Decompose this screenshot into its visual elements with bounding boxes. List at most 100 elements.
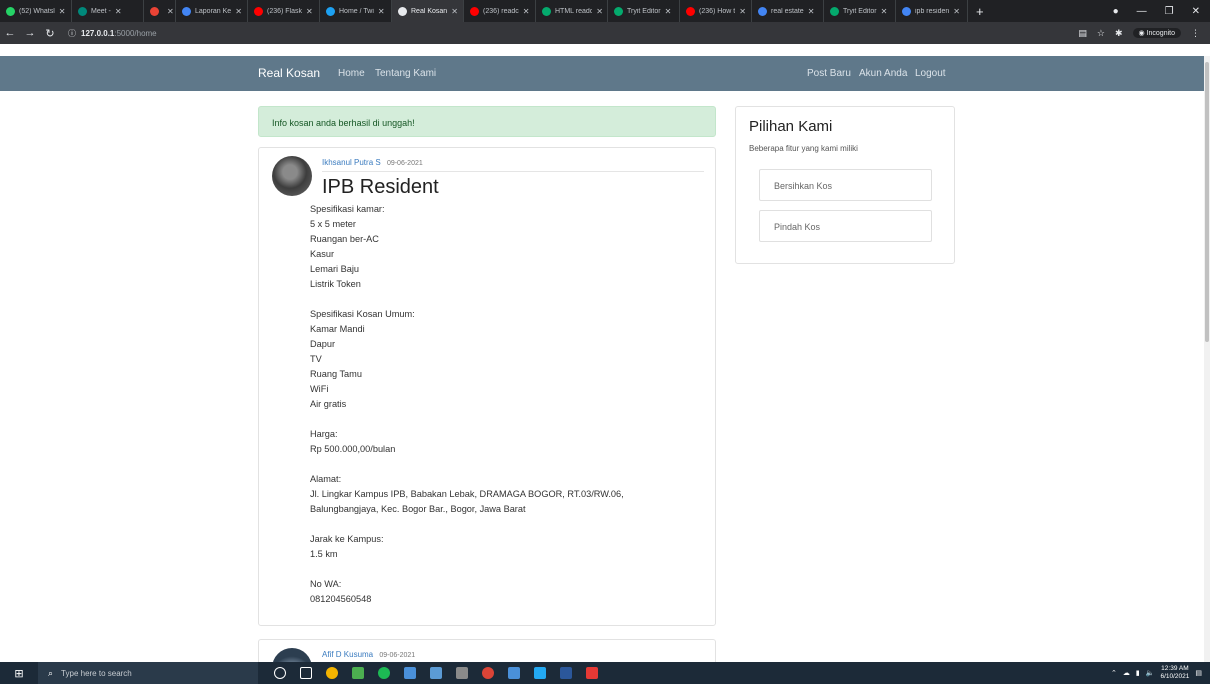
browser-tab[interactable]: real estate ✕ xyxy=(752,0,824,22)
nav-account-link[interactable]: Akun Anda xyxy=(859,68,907,79)
task-view-icon[interactable] xyxy=(300,667,312,679)
taskbar-clock[interactable]: 12:39 AM 6/10/2021 xyxy=(1160,665,1189,681)
browser-tab[interactable]: (236) Flask ✕ xyxy=(248,0,320,22)
app-icon[interactable] xyxy=(404,667,416,679)
taskbar-search-box[interactable]: ⌕ Type here to search xyxy=(38,662,258,684)
scrollbar-thumb[interactable] xyxy=(1205,62,1209,342)
extensions-icon[interactable]: ✱ xyxy=(1115,28,1123,39)
post-date: 09-06-2021 xyxy=(386,160,423,167)
tab-close-icon[interactable]: ✕ xyxy=(596,7,603,16)
menu-icon[interactable]: ⋮ xyxy=(1191,28,1200,39)
volume-icon[interactable]: 🔈 xyxy=(1146,669,1155,677)
browser-tab[interactable]: Tryit Editor ✕ xyxy=(608,0,680,22)
nav-about-link[interactable]: Tentang Kami xyxy=(375,68,436,79)
word-icon[interactable] xyxy=(560,667,572,679)
vscode-icon[interactable] xyxy=(534,667,546,679)
sidebar-title: Pilihan Kami xyxy=(749,118,833,135)
post-meta: Ikhsanul Putra S 09-06-2021 xyxy=(322,158,423,167)
tab-close-icon[interactable]: ✕ xyxy=(953,7,960,16)
app-icon[interactable] xyxy=(456,667,468,679)
tab-favicon-icon xyxy=(614,6,623,16)
profile-icon[interactable]: ● xyxy=(1113,6,1119,17)
tab-title: Tryit Editor xyxy=(627,7,661,15)
new-tab-icon[interactable]: + xyxy=(968,4,992,19)
reload-icon[interactable]: ↻ xyxy=(40,27,60,40)
restore-icon[interactable]: ❐ xyxy=(1165,6,1174,17)
acrobat-icon[interactable] xyxy=(586,667,598,679)
tab-close-icon[interactable]: ✕ xyxy=(306,7,313,16)
translate-icon[interactable]: ▤ xyxy=(1078,28,1087,39)
nav-new-post-link[interactable]: Post Baru xyxy=(807,68,851,79)
browser-tab[interactable]: (236) readc ✕ xyxy=(464,0,536,22)
post-card: Ikhsanul Putra S 09-06-2021 IPB Resident… xyxy=(258,147,716,626)
post-content-line: Ruangan ber-AC xyxy=(310,234,379,244)
chevron-up-icon[interactable]: ⌃ xyxy=(1111,669,1117,677)
tab-close-icon[interactable]: ✕ xyxy=(59,7,66,16)
page-scrollbar[interactable] xyxy=(1204,56,1210,662)
browser-tab[interactable]: Real Kosan ✕ xyxy=(392,0,464,22)
windows-start-icon[interactable]: ⊞ xyxy=(0,667,38,680)
back-icon[interactable]: ← xyxy=(0,27,20,39)
sidebar-item-bersihkan-kos[interactable]: Bersihkan Kos xyxy=(759,169,932,201)
post-author-link[interactable]: Afif D Kusuma xyxy=(322,650,373,659)
post-content-line: Kasur xyxy=(310,249,335,259)
tab-close-icon[interactable]: ✕ xyxy=(808,7,815,16)
incognito-badge[interactable]: ◉ Incognito xyxy=(1132,28,1181,38)
tab-favicon-icon xyxy=(78,6,87,16)
browser-tab[interactable]: Meet - ✕ xyxy=(72,0,144,22)
tab-title: (52) Whatsl xyxy=(19,7,55,15)
tab-close-icon[interactable]: ✕ xyxy=(665,7,672,16)
post-content-line: No WA: xyxy=(310,579,342,589)
url-field[interactable]: ⓘ 127.0.0.1 :5000/home xyxy=(68,28,157,39)
browser-tab[interactable]: Tryit Editor ✕ xyxy=(824,0,896,22)
post-content-line: 1.5 km xyxy=(310,549,338,559)
browser-tab[interactable]: HTML readc ✕ xyxy=(536,0,608,22)
tab-close-icon[interactable]: ✕ xyxy=(235,7,242,16)
post-title[interactable]: IPB Resident xyxy=(322,176,439,199)
tab-favicon-icon xyxy=(758,6,767,16)
minimize-icon[interactable]: — xyxy=(1137,6,1147,17)
browser-tab[interactable]: ipb residen ✕ xyxy=(896,0,968,22)
chrome-taskbar-icon[interactable] xyxy=(326,667,338,679)
network-icon[interactable]: ▮ xyxy=(1136,669,1140,677)
app-icon[interactable] xyxy=(430,667,442,679)
post-author-link[interactable]: Ikhsanul Putra S xyxy=(322,158,381,167)
tab-favicon-icon xyxy=(150,6,159,16)
tab-close-icon[interactable]: ✕ xyxy=(881,7,888,16)
browser-tab[interactable]: (52) Whatsl ✕ xyxy=(0,0,72,22)
tab-close-icon[interactable]: ✕ xyxy=(378,7,385,16)
tab-close-icon[interactable]: ✕ xyxy=(523,7,530,16)
info-icon[interactable]: ⓘ xyxy=(68,28,76,39)
nav-logout-link[interactable]: Logout xyxy=(915,68,946,79)
file-explorer-icon[interactable] xyxy=(352,667,364,679)
incognito-icon: ◉ xyxy=(1138,30,1145,37)
browser-tab[interactable]: Home / Twi ✕ xyxy=(320,0,392,22)
post-content: Spesifikasi kamar: 5 x 5 meter Ruangan ber… xyxy=(310,202,705,607)
tab-close-icon[interactable]: ✕ xyxy=(451,7,458,16)
sidebar-item-pindah-kos[interactable]: Pindah Kos xyxy=(759,210,932,242)
chrome-incognito-icon[interactable] xyxy=(482,667,494,679)
tab-title: Home / Twi xyxy=(339,7,374,15)
nav-home-link[interactable]: Home xyxy=(338,68,365,79)
post-content-line: Lemari Baju xyxy=(310,264,360,274)
browser-tab[interactable]: ✕ xyxy=(144,0,176,22)
app-icon[interactable] xyxy=(508,667,520,679)
post-content-line: TV xyxy=(310,354,322,364)
close-window-icon[interactable]: ✕ xyxy=(1192,6,1200,17)
browser-tab[interactable]: Laporan Ke ✕ xyxy=(176,0,248,22)
forward-icon[interactable]: → xyxy=(20,27,40,39)
bookmark-star-icon[interactable]: ☆ xyxy=(1097,28,1105,39)
tab-close-icon[interactable]: ✕ xyxy=(167,7,174,16)
tab-close-icon[interactable]: ✕ xyxy=(115,7,122,16)
window-controls: ● — ❐ ✕ xyxy=(1100,0,1210,22)
brand-logo[interactable]: Real Kosan xyxy=(258,66,320,80)
notification-icon[interactable]: ▤ xyxy=(1195,669,1202,677)
cloud-icon[interactable]: ☁ xyxy=(1123,669,1130,677)
spotify-icon[interactable] xyxy=(378,667,390,679)
post-content-line: Dapur xyxy=(310,339,336,349)
browser-tab[interactable]: (236) How t ✕ xyxy=(680,0,752,22)
cortana-icon[interactable] xyxy=(274,667,286,679)
tab-close-icon[interactable]: ✕ xyxy=(739,7,746,16)
